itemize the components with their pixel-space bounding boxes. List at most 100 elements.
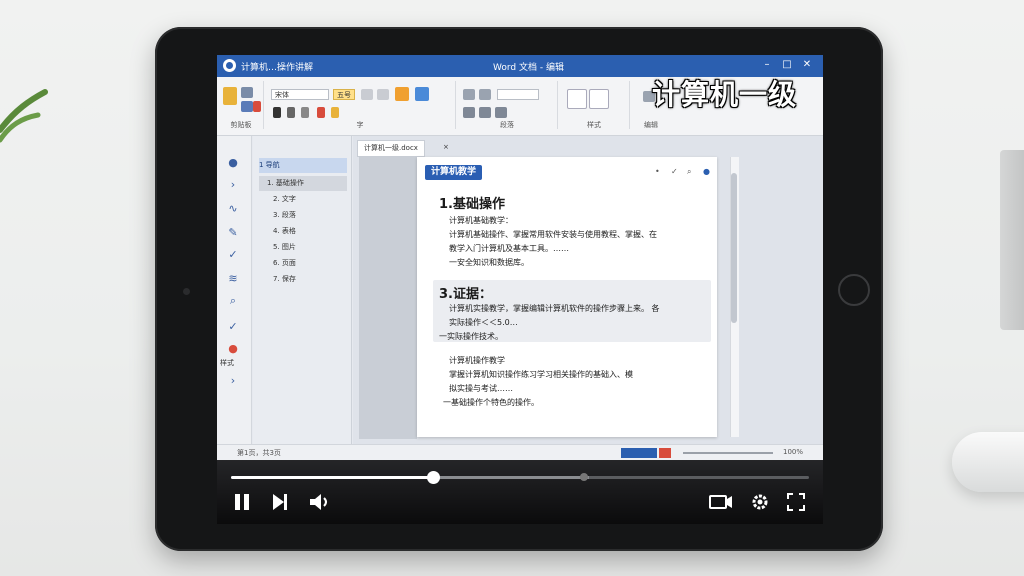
paragraph-line: 计算机基础操作、掌握常用软件安装与使用教程、掌握、在 <box>449 230 657 239</box>
style-normal-icon[interactable] <box>567 89 587 109</box>
search-icon[interactable]: ⌕ <box>225 294 241 308</box>
paragraph-line: 计算机操作教学 <box>449 356 505 365</box>
app-logo-icon <box>223 59 236 72</box>
maximize-button[interactable]: □ <box>781 59 793 71</box>
paragraph-line: 一基础操作个特色的操作。 <box>443 398 539 407</box>
paste-icon[interactable] <box>223 87 237 105</box>
grow-font-icon[interactable] <box>361 89 373 100</box>
section-heading: 1.基础操作 <box>439 197 505 212</box>
profile-icon[interactable]: ● <box>225 156 241 169</box>
navigation-pane: 1 导航 1. 基础操作 2. 文字 3. 段落 4. 表格 5. 图片 6. … <box>253 136 352 444</box>
tab-document[interactable]: 计算机一级.docx <box>357 140 425 157</box>
bold-icon[interactable] <box>273 107 281 118</box>
format-painter-icon[interactable] <box>253 101 261 112</box>
ribbon-group-label: 剪贴板 <box>230 121 252 129</box>
check-icon[interactable]: ✓ <box>225 248 241 261</box>
nav-item[interactable]: 7. 保存 <box>259 272 347 287</box>
tab-close-button[interactable]: × <box>437 140 455 155</box>
computer-mouse-decoration <box>952 432 1024 492</box>
chapter-marker[interactable] <box>579 473 588 481</box>
document-tabs: 计算机一级.docx × <box>353 140 653 157</box>
numbering-icon[interactable] <box>479 89 491 100</box>
status-dot-icon: ● <box>703 167 710 176</box>
tablet-screen: 计算机…操作讲解 Word 文档 - 编辑 – □ ✕ 剪贴板 宋体 五号 字 <box>217 55 823 524</box>
text-effect-icon[interactable] <box>317 107 325 118</box>
plant-decoration <box>0 89 48 143</box>
nav-item[interactable]: 3. 段落 <box>259 208 347 223</box>
page-margin-area <box>359 157 417 439</box>
chevron-right-icon[interactable]: › <box>225 178 241 191</box>
pause-icon[interactable] <box>233 492 251 512</box>
paragraph-line: 计算机基础教学： <box>449 216 513 225</box>
font-color-icon[interactable] <box>415 87 429 101</box>
record-button[interactable] <box>659 448 671 458</box>
zoom-level: 100% <box>783 448 804 456</box>
link-icon[interactable]: ∿ <box>225 202 241 215</box>
front-camera <box>183 288 190 295</box>
shrink-font-icon[interactable] <box>377 89 389 100</box>
paragraph-line: 掌握计算机知识操作练习学习相关操作的基础入、模 <box>449 370 633 379</box>
close-button[interactable]: ✕ <box>801 59 813 71</box>
left-toolbar: ● › ∿ ✎ ✓ ≋ ⌕ ✓ ● 样式 › <box>217 136 252 444</box>
chevron-right-icon[interactable]: › <box>225 374 241 387</box>
nav-item[interactable]: 1 导航 <box>259 158 347 173</box>
text-highlight-icon[interactable] <box>331 107 339 118</box>
paragraph-line: 计算机实操教学，掌握编辑计算机软件的操作步骤上来。 各 <box>449 304 660 313</box>
align-center-icon[interactable] <box>479 107 491 118</box>
scrollbar-thumb[interactable] <box>731 173 737 323</box>
fullscreen-icon[interactable] <box>787 493 805 511</box>
video-player-controls <box>217 460 823 524</box>
nav-item[interactable]: 1. 基础操作 <box>259 176 347 191</box>
align-left-icon[interactable] <box>463 107 475 118</box>
align-right-icon[interactable] <box>495 107 507 118</box>
copy-icon[interactable] <box>241 101 253 112</box>
pin-icon[interactable]: • <box>655 167 660 176</box>
ribbon-group-label: 编辑 <box>644 121 658 129</box>
highlight-icon[interactable] <box>395 87 409 101</box>
ribbon-group-paragraph: 段落 <box>457 81 558 129</box>
minimize-button[interactable]: – <box>761 59 773 71</box>
left-toolbar-label: 样式 <box>220 359 234 367</box>
underline-icon[interactable] <box>301 107 309 118</box>
settings-icon[interactable] <box>750 492 770 512</box>
status-bar-left: 第1页，共3页 <box>217 444 353 461</box>
ribbon-group-font: 宋体 五号 字 <box>265 81 456 129</box>
skip-next-icon[interactable] <box>271 492 289 512</box>
spacing-select[interactable] <box>497 89 539 100</box>
pen-holder-decoration <box>1000 150 1024 330</box>
status-bar: 100% <box>353 444 823 461</box>
ribbon-group-label: 段落 <box>500 121 514 129</box>
cut-icon[interactable] <box>241 87 253 98</box>
bullets-icon[interactable] <box>463 89 475 100</box>
font-size-select[interactable]: 五号 <box>333 89 355 100</box>
document-title: Word 文档 - 编辑 <box>493 63 564 73</box>
bookmark-icon[interactable]: ✓ <box>671 167 678 176</box>
zoom-slider[interactable] <box>683 452 773 454</box>
buffered-bar <box>433 476 590 479</box>
ribbon-group-label: 字 <box>356 121 364 129</box>
pen-icon[interactable]: ✎ <box>225 226 241 239</box>
italic-icon[interactable] <box>287 107 295 118</box>
style-heading-icon[interactable] <box>589 89 609 109</box>
nav-item[interactable]: 4. 表格 <box>259 224 347 239</box>
font-name-select[interactable]: 宋体 <box>271 89 329 100</box>
progress-handle[interactable] <box>426 471 440 484</box>
view-mode-button[interactable] <box>621 448 657 458</box>
nav-item[interactable]: 2. 文字 <box>259 192 347 207</box>
document-header-tag: 计算机教学 <box>425 165 483 180</box>
home-button[interactable] <box>838 274 870 306</box>
nav-item[interactable]: 6. 页面 <box>259 256 347 271</box>
record-icon[interactable]: ● <box>225 342 241 355</box>
overlay-caption: 计算机一级 <box>652 78 798 111</box>
layers-icon[interactable]: ≋ <box>225 272 241 285</box>
nav-item[interactable]: 5. 图片 <box>259 240 347 255</box>
paragraph-line: 拟实操与考试…… <box>449 384 513 393</box>
volume-icon[interactable] <box>309 492 331 512</box>
check-icon[interactable]: ✓ <box>225 320 241 333</box>
document-page[interactable]: 计算机教学 • ✓ ⌕ ● 1.基础操作 计算机基础教学： 计算机基础操作、掌握… <box>417 157 717 437</box>
ribbon-group-label: 样式 <box>587 121 601 129</box>
ribbon-group-clipboard: 剪贴板 <box>219 81 264 129</box>
paragraph-line: 实际操作＜＜5.0… <box>449 318 518 327</box>
search-icon[interactable]: ⌕ <box>687 167 691 177</box>
miniplayer-icon[interactable] <box>709 494 733 510</box>
